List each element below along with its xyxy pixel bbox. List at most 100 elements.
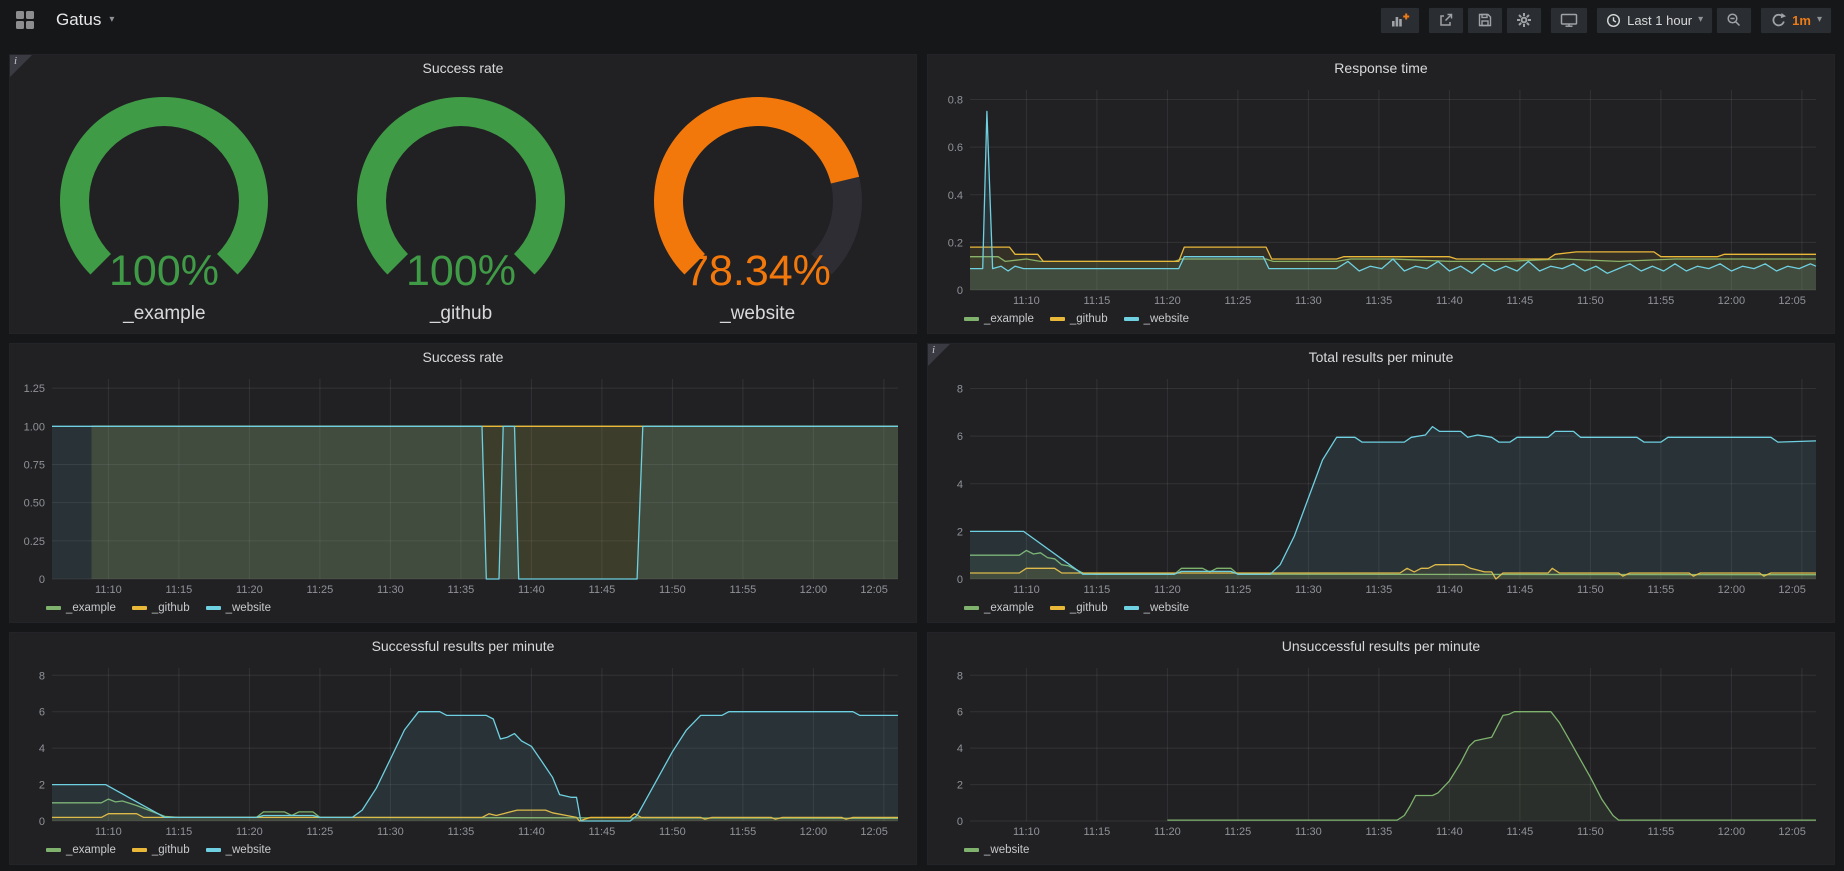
x-axis-tick-label: 12:05 [1778,584,1806,596]
zoom-out-button[interactable] [1716,7,1752,34]
y-axis-tick-label: 0 [957,816,963,828]
x-axis-tick-label: 11:50 [659,584,686,596]
gauge-series-label: _github [430,303,492,325]
gauge-arc: 100% [316,91,606,301]
x-axis-tick-label: 11:45 [589,584,616,596]
legend-swatch [1050,606,1065,610]
x-axis-tick-label: 11:20 [236,584,263,596]
gauge-_example: 100%_example [19,91,309,325]
legend-swatch [1124,317,1139,321]
x-axis-tick-label: 11:30 [1295,295,1322,307]
legend-item-_example[interactable]: _example [46,844,116,856]
save-button[interactable] [1467,7,1503,34]
panel-title[interactable]: Successful results per minute [10,633,916,659]
gear-icon [1516,12,1532,28]
panel-title[interactable]: Success rate [10,55,916,81]
time-series-chart[interactable]: 11:1011:1511:2011:2511:3011:3511:4011:45… [934,370,1824,598]
x-axis-tick-label: 11:40 [1436,295,1463,307]
save-icon [1477,12,1493,28]
grafana-menu-button[interactable] [14,7,36,34]
panel-title[interactable]: Success rate [10,344,916,370]
panel-title[interactable]: Total results per minute [928,344,1834,370]
legend-item-_github[interactable]: _github [1050,313,1108,325]
y-axis-tick-label: 0.2 [948,237,963,249]
x-axis-tick-label: 11:10 [95,584,122,596]
gauge-arc: 78.34% [613,91,903,301]
chevron-down-icon: ▾ [1817,15,1822,25]
series-fill-_website [52,426,898,579]
chart-canvas: 11:1011:1511:2011:2511:3011:3511:4011:45… [16,659,906,840]
legend-item-_example[interactable]: _example [964,313,1034,325]
x-axis-tick-label: 12:05 [1778,826,1806,838]
legend-item-_website[interactable]: _website [964,844,1029,856]
legend-item-_example[interactable]: _example [964,602,1034,614]
gauge-row: 100%_example100%_github78.34%_website [16,81,906,329]
refresh-button[interactable]: 1m ▾ [1760,7,1832,34]
x-axis-tick-label: 11:50 [1577,295,1604,307]
x-axis-tick-label: 11:20 [1154,584,1181,596]
panel-info-icon[interactable]: i [928,344,950,366]
series-fill-_website [1167,712,1816,821]
legend-item-_github[interactable]: _github [1050,602,1108,614]
refresh-interval-label: 1m [1792,13,1811,28]
time-series-chart[interactable]: 11:1011:1511:2011:2511:3011:3511:4011:45… [16,659,906,840]
y-axis-tick-label: 8 [957,384,963,396]
x-axis-tick-label: 11:20 [236,826,263,838]
y-axis-tick-label: 1.00 [24,421,45,433]
time-range-picker[interactable]: Last 1 hour ▾ [1596,7,1713,34]
y-axis-tick-label: 0.25 [24,536,45,548]
x-axis-tick-label: 11:15 [166,826,193,838]
x-axis-tick-label: 11:55 [1648,295,1675,307]
x-axis-tick-label: 11:25 [1225,826,1252,838]
x-axis-tick-label: 11:10 [95,826,122,838]
legend-swatch [206,848,221,852]
add-panel-icon [1390,12,1410,28]
y-axis-tick-label: 2 [957,780,963,792]
y-axis-tick-label: 0 [957,285,963,297]
refresh-icon [1770,12,1786,28]
add-panel-button[interactable] [1380,7,1420,34]
gauge-_github: 100% _github [316,91,606,325]
time-series-chart[interactable]: 11:1011:1511:2011:2511:3011:3511:4011:45… [934,659,1824,840]
x-axis-tick-label: 11:30 [1295,584,1322,596]
legend-swatch [132,848,147,852]
y-axis-tick-label: 8 [957,670,963,682]
kiosk-mode-button[interactable] [1550,7,1588,34]
gauge-arc: 100% [19,91,309,301]
settings-button[interactable] [1506,7,1542,34]
panel-info-icon[interactable]: i [10,55,32,77]
legend-label: _website [984,844,1029,856]
x-axis-tick-label: 11:55 [730,584,757,596]
legend-item-_website[interactable]: _website [1124,602,1189,614]
legend-swatch [1124,606,1139,610]
dashboard-title: Gatus [56,10,101,30]
y-axis-tick-label: 0.4 [948,190,963,202]
legend-item-_example[interactable]: _example [46,602,116,614]
time-series-chart[interactable]: 11:1011:1511:2011:2511:3011:3511:4011:45… [16,370,906,598]
gauge-value: 100% [406,247,516,295]
panel-successful-results: Successful results per minute 11:10 11:15… [9,632,917,865]
legend-label: _website [1144,602,1189,614]
share-button[interactable] [1428,7,1464,34]
legend-item-_github[interactable]: _github [132,602,190,614]
legend-item-_website[interactable]: _website [206,602,271,614]
legend-item-_website[interactable]: _website [206,844,271,856]
time-series-chart[interactable]: 11:1011:1511:2011:2511:3011:3511:4011:45… [934,81,1824,309]
dashboard-title-button[interactable]: Gatus ▾ [50,9,120,31]
panel-title[interactable]: Response time [928,55,1834,81]
legend-item-_website[interactable]: _website [1124,313,1189,325]
legend-label: _website [226,844,271,856]
legend-swatch [46,606,61,610]
y-axis-tick-label: 0 [39,574,45,586]
x-axis-tick-label: 11:35 [1366,584,1393,596]
x-axis-tick-label: 11:55 [1648,584,1675,596]
legend-swatch [964,848,979,852]
legend-item-_github[interactable]: _github [132,844,190,856]
x-axis-tick-label: 11:30 [1295,826,1322,838]
y-axis-tick-label: 0.75 [24,459,45,471]
x-axis-tick-label: 11:35 [1366,826,1393,838]
chart-legend: _example _github _website [16,840,906,860]
panel-total-results: i Total results per minute 11:1011:1511:… [927,343,1835,623]
panel-title[interactable]: Unsuccessful results per minute [928,633,1834,659]
tv-monitor-icon [1560,12,1578,28]
